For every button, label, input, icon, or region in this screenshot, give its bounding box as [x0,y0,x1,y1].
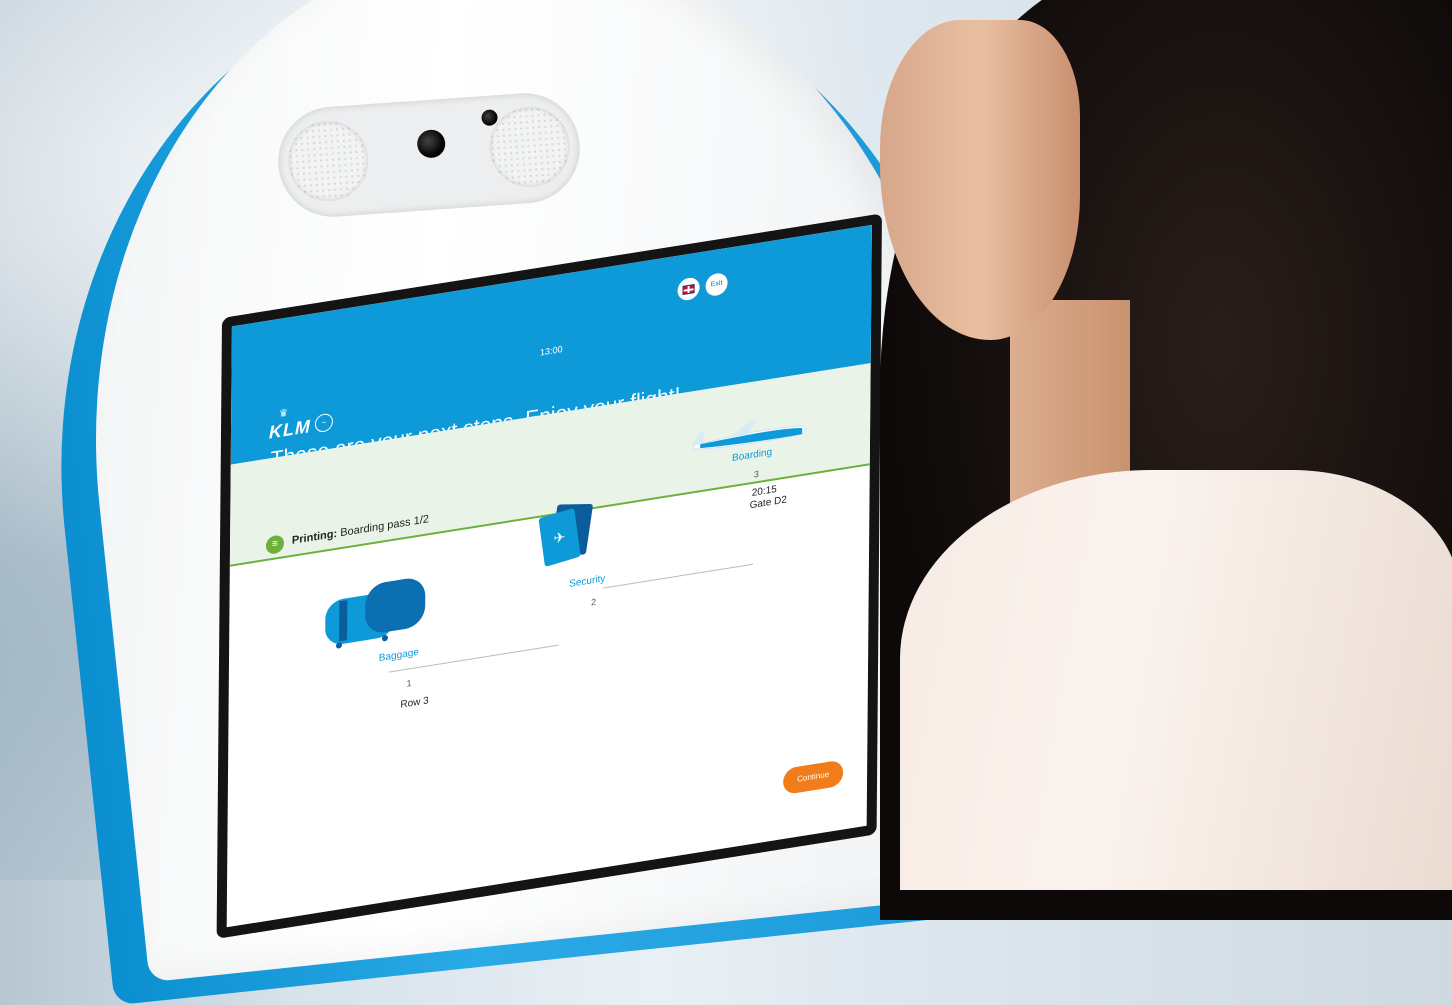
speaker-icon [486,104,573,190]
step-detail-baggage: Row 3 [400,695,429,711]
crown-icon: ♛ [279,407,289,420]
connector-line [603,563,754,589]
step-number-baggage: 1 [406,677,412,689]
kiosk-screen: 13:00 Exit ♛ KLM ~ These are your next s… [226,224,872,928]
step-number-boarding: 3 [753,468,759,480]
step-label-security: Security [569,573,606,590]
camera-icon [416,128,447,159]
swirl-icon: ~ [314,412,334,434]
screen-bezel: 13:00 Exit ♛ KLM ~ These are your next s… [216,213,882,939]
step-number-security: 2 [590,596,597,608]
status-value: Boarding pass 1/2 [340,513,429,540]
klm-logo: KLM [268,415,312,443]
luggage-icon [325,578,426,649]
person-shirt [900,470,1452,890]
status-prefix: Printing: [291,527,338,547]
language-button[interactable] [677,276,700,302]
passport-icon: ✈ [538,503,593,567]
step-label-baggage: Baggage [378,646,419,665]
sensor-bar [274,89,584,221]
svg-text:✈: ✈ [554,530,566,548]
exit-button[interactable]: Exit [705,271,728,298]
printer-icon: ≡ [265,534,285,556]
speaker-icon [285,118,371,204]
flag-icon [682,284,695,295]
